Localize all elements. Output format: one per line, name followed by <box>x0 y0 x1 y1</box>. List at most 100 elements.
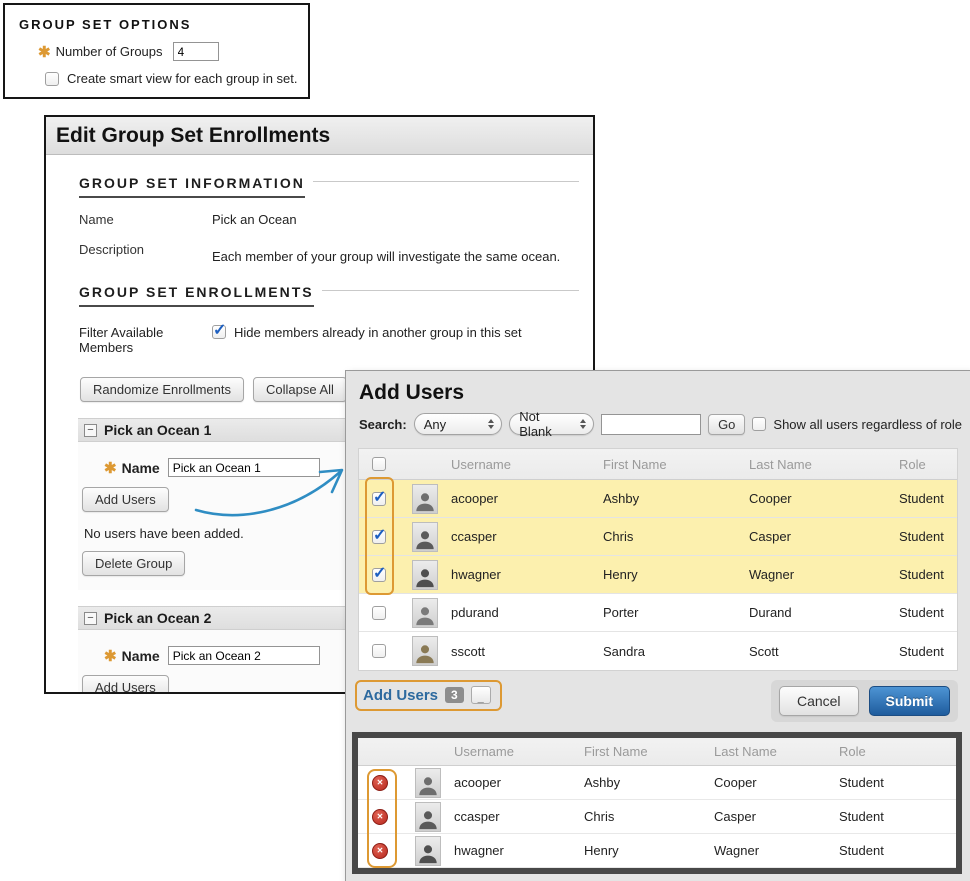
minimize-button[interactable]: _ <box>471 686 491 704</box>
col-last-name: Last Name <box>749 457 899 472</box>
collapse-minus-icon[interactable]: − <box>84 612 97 625</box>
edit-panel-titlebar: Edit Group Set Enrollments <box>46 117 593 155</box>
group-2-name-label: Name <box>122 648 160 664</box>
table-row: ✕ ccasper Chris Casper Student <box>358 800 956 834</box>
select-all-checkbox[interactable] <box>372 457 386 471</box>
cell-last-name: Wagner <box>714 843 839 858</box>
number-of-groups-label: Number of Groups <box>56 44 163 59</box>
table-header-row: Username First Name Last Name Role <box>359 449 957 480</box>
select-arrows-icon <box>488 419 494 429</box>
group-1-delete-button[interactable]: Delete Group <box>82 551 185 576</box>
cell-username: ccasper <box>454 809 584 824</box>
cell-first-name: Ashby <box>584 775 714 790</box>
randomize-enrollments-button[interactable]: Randomize Enrollments <box>80 377 244 402</box>
row-checkbox[interactable] <box>372 492 386 506</box>
cell-role: Student <box>899 605 957 620</box>
section-rule <box>313 181 579 182</box>
go-button[interactable]: Go <box>708 414 745 435</box>
group-set-options-heading: GROUP SET OPTIONS <box>19 17 308 32</box>
number-of-groups-input[interactable] <box>173 42 219 61</box>
cell-first-name: Henry <box>603 567 749 582</box>
user-avatar <box>412 484 438 514</box>
group-set-enrollments-section: GROUP SET ENROLLMENTS <box>79 284 579 307</box>
cell-last-name: Durand <box>749 605 899 620</box>
user-avatar <box>412 598 438 628</box>
row-checkbox[interactable] <box>372 606 386 620</box>
search-operator-select[interactable]: Not Blank <box>509 413 594 435</box>
col-username: Username <box>451 457 603 472</box>
cell-last-name: Casper <box>749 529 899 544</box>
table-row: ✕ acooper Ashby Cooper Student <box>358 766 956 800</box>
search-label: Search: <box>359 417 407 432</box>
cell-first-name: Chris <box>603 529 749 544</box>
table-row[interactable]: sscott Sandra Scott Student <box>359 632 957 670</box>
hide-members-checkbox[interactable] <box>212 325 226 339</box>
select-arrows-icon <box>580 419 586 429</box>
row-checkbox[interactable] <box>372 568 386 582</box>
col-first-name: First Name <box>603 457 749 472</box>
selected-count-badge: 3 <box>445 687 464 703</box>
cell-first-name: Chris <box>584 809 714 824</box>
cell-last-name: Casper <box>714 809 839 824</box>
group-1-name-input[interactable] <box>168 458 320 477</box>
collapse-all-button[interactable]: Collapse All <box>253 377 347 402</box>
submit-button[interactable]: Submit <box>869 686 950 716</box>
required-asterisk-icon: ✱ <box>104 459 117 477</box>
description-value: Each member of your group will investiga… <box>212 242 560 264</box>
remove-user-icon[interactable]: ✕ <box>372 775 388 791</box>
dialog-footer: Add Users 3 _ Cancel Submit <box>346 671 970 722</box>
remove-user-icon[interactable]: ✕ <box>372 809 388 825</box>
cell-username: pdurand <box>451 605 603 620</box>
cell-username: ccasper <box>451 529 603 544</box>
cell-last-name: Scott <box>749 644 899 659</box>
cell-username: sscott <box>451 644 603 659</box>
table-row[interactable]: pdurand Porter Durand Student <box>359 594 957 632</box>
row-checkbox[interactable] <box>372 644 386 658</box>
cell-role: Student <box>839 843 956 858</box>
group-2-add-users-button[interactable]: Add Users <box>82 675 169 694</box>
cell-role: Student <box>899 644 957 659</box>
search-field-value: Any <box>424 417 446 432</box>
cell-last-name: Cooper <box>749 491 899 506</box>
page: GROUP SET OPTIONS ✱ Number of Groups Cre… <box>0 0 970 881</box>
cancel-button[interactable]: Cancel <box>779 686 859 716</box>
search-text-input[interactable] <box>601 414 701 435</box>
group-1-name-label: Name <box>122 460 160 476</box>
smart-view-label: Create smart view for each group in set. <box>67 71 298 86</box>
add-users-summary-label: Add Users <box>363 687 438 704</box>
show-all-users-label: Show all users regardless of role <box>773 417 962 432</box>
hide-members-label: Hide members already in another group in… <box>234 325 522 340</box>
available-users-table: Username First Name Last Name Role acoop… <box>358 448 958 671</box>
group-set-information-section: GROUP SET INFORMATION <box>79 175 579 198</box>
user-avatar <box>415 768 441 798</box>
search-field-select[interactable]: Any <box>414 413 503 435</box>
description-label: Description <box>79 242 212 264</box>
col-username: Username <box>454 744 584 759</box>
show-all-users-checkbox[interactable] <box>752 417 766 431</box>
cell-role: Student <box>899 491 957 506</box>
collapse-minus-icon[interactable]: − <box>84 424 97 437</box>
table-row[interactable]: ccasper Chris Casper Student <box>359 518 957 556</box>
cell-username: hwagner <box>454 843 584 858</box>
cell-role: Student <box>839 775 956 790</box>
section-rule <box>322 290 579 291</box>
cell-username: acooper <box>454 775 584 790</box>
smart-view-checkbox[interactable] <box>45 72 59 86</box>
edit-panel-title: Edit Group Set Enrollments <box>56 124 330 148</box>
table-row[interactable]: hwagner Henry Wagner Student <box>359 556 957 594</box>
user-avatar <box>412 522 438 552</box>
table-header-row: Username First Name Last Name Role <box>358 738 956 766</box>
cell-last-name: Wagner <box>749 567 899 582</box>
cell-first-name: Porter <box>603 605 749 620</box>
col-first-name: First Name <box>584 744 714 759</box>
user-avatar <box>412 560 438 590</box>
group-set-enrollments-heading: GROUP SET ENROLLMENTS <box>79 284 314 307</box>
group-1-add-users-button[interactable]: Add Users <box>82 487 169 512</box>
group-1-title: Pick an Ocean 1 <box>104 422 211 438</box>
table-row[interactable]: acooper Ashby Cooper Student <box>359 480 957 518</box>
group-2-name-input[interactable] <box>168 646 320 665</box>
search-operator-value: Not Blank <box>519 409 574 439</box>
remove-user-icon[interactable]: ✕ <box>372 843 388 859</box>
row-checkbox[interactable] <box>372 530 386 544</box>
cell-role: Student <box>839 809 956 824</box>
